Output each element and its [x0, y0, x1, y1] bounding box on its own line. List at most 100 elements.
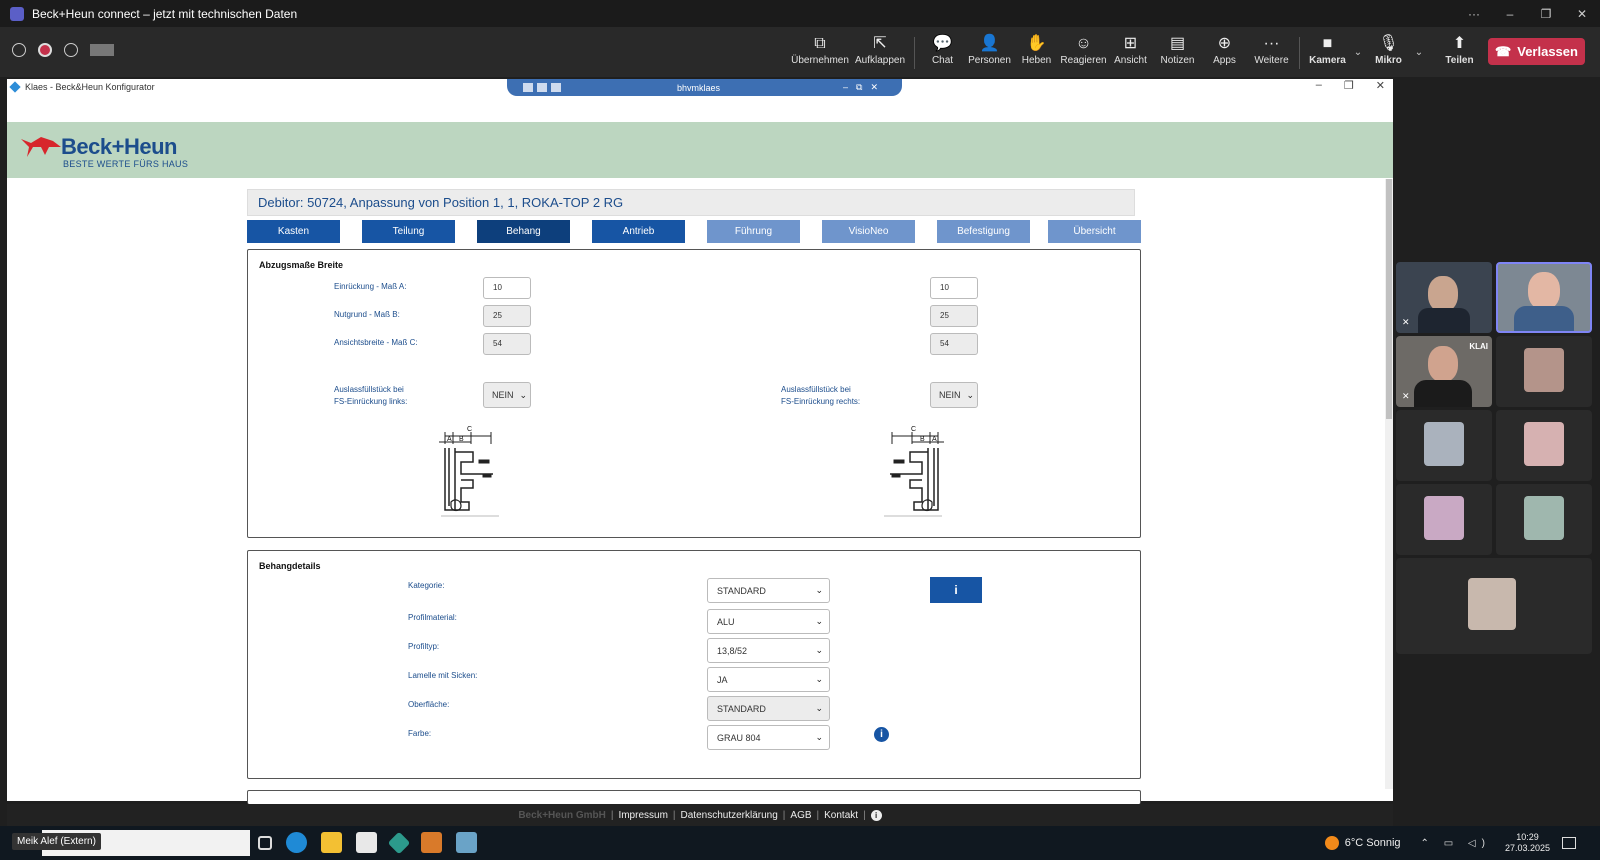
footer-link-impressum[interactable]: Impressum — [618, 810, 667, 821]
file-explorer-icon[interactable] — [321, 832, 342, 853]
einrueckung-a-left-input[interactable]: 10 — [483, 277, 531, 299]
teams-close-button[interactable]: ✕ — [1564, 7, 1600, 21]
chat-icon: 💬 — [932, 35, 953, 52]
farbe-select[interactable]: GRAU 804 ⌄ — [707, 725, 830, 750]
people-button[interactable]: 👤 Personen — [966, 33, 1013, 66]
profiltyp-select[interactable]: 13,8/52 ⌄ — [707, 638, 830, 663]
toolbar-divider — [914, 37, 915, 69]
rdp-bar-icons — [523, 83, 561, 92]
footer-link-datenschutz[interactable]: Datenschutzerklärung — [681, 810, 778, 821]
mail-icon[interactable] — [356, 832, 377, 853]
teams-restore-button[interactable]: ❐ — [1528, 7, 1564, 21]
participant-video-tile[interactable] — [1496, 410, 1592, 481]
pop-out-button[interactable]: ⇱ Aufklappen — [850, 33, 910, 66]
weather-sun-icon — [1324, 836, 1339, 850]
participant-video-tile[interactable] — [1396, 558, 1592, 654]
notifications-icon[interactable] — [1562, 837, 1576, 849]
participant-video-tile[interactable]: KLAI ✕ — [1396, 336, 1492, 407]
lock-icon — [537, 83, 547, 92]
participant-video-tile-active[interactable] — [1496, 262, 1592, 333]
apps-button[interactable]: ⊕ Apps — [1201, 33, 1248, 66]
auslass-left-select[interactable]: NEIN ⌄ — [483, 382, 531, 408]
taskbar-clock[interactable]: 10:29 27.03.2025 — [1505, 832, 1550, 854]
take-control-icon: ⧉ — [814, 35, 826, 52]
edge-browser-icon[interactable] — [286, 832, 307, 853]
app-icon[interactable] — [387, 831, 411, 855]
chat-button[interactable]: 💬 Chat — [919, 33, 966, 66]
lamelle-sicken-select[interactable]: JA ⌄ — [707, 667, 830, 692]
klaes-app-icon[interactable] — [421, 832, 442, 853]
tab-behang[interactable]: Behang — [477, 220, 570, 243]
einrueckung-a-right-input[interactable]: 10 — [930, 277, 978, 299]
more-icon: ··· — [1263, 35, 1280, 52]
tab-fuehrung[interactable]: Führung — [707, 220, 800, 243]
config-tabs: Kasten Teilung Behang Antrieb Führung Vi… — [247, 220, 1141, 244]
mic-muted-icon: ✕ — [1402, 391, 1410, 401]
debitor-heading: Debitor: 50724, Anpassung von Position 1… — [247, 189, 1135, 216]
notes-button[interactable]: ▤ Notizen — [1154, 33, 1201, 66]
farbe-info-icon[interactable]: i — [874, 727, 889, 742]
leave-meeting-button[interactable]: ☎ Verlassen — [1488, 38, 1585, 65]
auslass-right-label: Auslassfüllstück bei FS-Einrückung rechts… — [781, 385, 861, 406]
chevron-down-icon: ⌄ — [815, 703, 823, 713]
camera-options-chevron-icon[interactable]: ⌄ — [1351, 33, 1365, 58]
share-button[interactable]: ⬆ Teilen — [1436, 33, 1483, 66]
tab-antrieb[interactable]: Antrieb — [592, 220, 685, 243]
pixelated-avatar — [1524, 496, 1564, 540]
people-icon: 👤 — [979, 35, 1000, 52]
system-tray: 6°C Sonnig ⌃ ▭ ◁) 10:29 27.03.2025 — [1324, 826, 1600, 860]
participant-face — [1428, 346, 1458, 382]
mic-options-chevron-icon[interactable]: ⌄ — [1412, 33, 1426, 58]
profilmaterial-select[interactable]: ALU ⌄ — [707, 609, 830, 634]
auslass-right-select[interactable]: NEIN ⌄ — [930, 382, 978, 408]
task-view-icon[interactable] — [258, 836, 272, 850]
tab-befestigung[interactable]: Befestigung — [937, 220, 1030, 243]
presenter-name-label: Meik Alef (Extern) — [12, 833, 101, 850]
rdp-minimize-button[interactable]: – — [843, 82, 848, 93]
remote-restore-button[interactable]: ❐ — [1344, 79, 1354, 92]
mic-button[interactable]: 🎙 Mikro — [1365, 33, 1412, 66]
remote-minimize-button[interactable]: – — [1316, 79, 1322, 92]
participant-video-tile[interactable]: ✕ — [1396, 262, 1492, 333]
participant-video-tile[interactable] — [1496, 336, 1592, 407]
mic-off-icon: 🎙 — [1378, 35, 1399, 52]
system-tray-icons[interactable]: ⌃ ▭ ◁) — [1421, 838, 1491, 849]
tab-kasten[interactable]: Kasten — [247, 220, 340, 243]
scrollbar-thumb[interactable] — [1386, 179, 1392, 419]
participant-face — [1528, 272, 1560, 310]
teams-more-options-button[interactable]: ··· — [1456, 7, 1492, 21]
raise-hand-button[interactable]: ✋ Heben — [1013, 33, 1060, 66]
kategorie-info-button[interactable]: i — [930, 577, 982, 603]
tab-visioneo[interactable]: VisioNeo — [822, 220, 915, 243]
kategorie-select[interactable]: STANDARD ⌄ — [707, 578, 830, 603]
field-label: Einrückung - Maß A: — [334, 282, 407, 291]
remote-desktop-icon[interactable] — [456, 832, 477, 853]
tab-uebersicht[interactable]: Übersicht — [1048, 220, 1141, 243]
weather-text[interactable]: 6°C Sonnig — [1345, 837, 1401, 849]
camera-button[interactable]: ■ Kamera — [1304, 33, 1351, 66]
remote-close-button[interactable]: ✕ — [1376, 79, 1385, 92]
dim-label-c: C — [911, 426, 916, 433]
take-control-button[interactable]: ⧉ Übernehmen — [790, 33, 850, 66]
pin-icon[interactable] — [523, 83, 533, 92]
participant-video-tile[interactable] — [1496, 484, 1592, 555]
participant-video-tile[interactable] — [1396, 484, 1492, 555]
rdp-close-button[interactable]: ✕ — [870, 82, 878, 93]
participant-video-tile[interactable] — [1396, 410, 1492, 481]
rdp-restore-button[interactable]: ⧉ — [856, 82, 862, 93]
chevron-down-icon: ⌄ — [519, 389, 527, 400]
beck-heun-logo[interactable]: Beck+Heun BESTE WERTE FÜRS HAUS — [19, 131, 189, 171]
info-icon[interactable]: i — [870, 809, 882, 821]
view-button[interactable]: ⊞ Ansicht — [1107, 33, 1154, 66]
oberflaeche-select[interactable]: STANDARD ⌄ — [707, 696, 830, 721]
tab-teilung[interactable]: Teilung — [362, 220, 455, 243]
panel-title: Behangdetails — [259, 561, 321, 571]
footer-link-kontakt[interactable]: Kontakt — [824, 810, 858, 821]
meeting-info-icon[interactable] — [64, 43, 78, 57]
more-button[interactable]: ··· Weitere — [1248, 33, 1295, 66]
react-button[interactable]: ☺ Reagieren — [1060, 33, 1107, 66]
teams-minimize-button[interactable]: – — [1492, 7, 1528, 21]
participant-face — [1428, 276, 1458, 312]
page-scrollbar[interactable] — [1385, 179, 1393, 789]
footer-link-agb[interactable]: AGB — [790, 810, 811, 821]
